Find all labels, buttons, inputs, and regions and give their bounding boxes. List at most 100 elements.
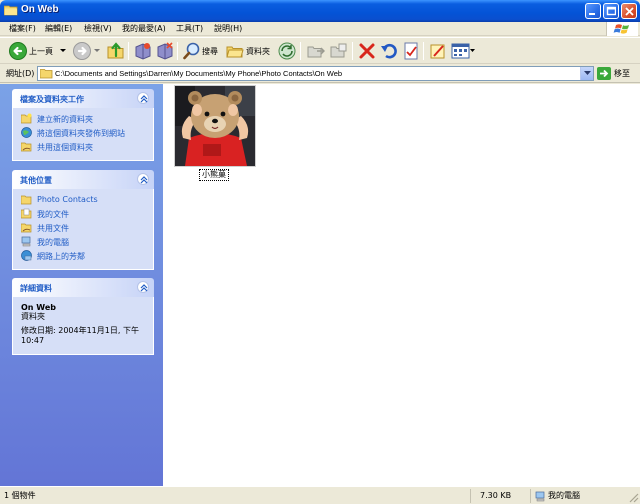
delete-button[interactable] [357,41,377,61]
toolbar-separator [128,42,129,60]
place-my-documents[interactable]: 我的文件 [13,207,153,221]
publish-web-icon [21,127,32,138]
address-label: 網址(D) [6,69,35,78]
details-modified-time: 10:47 [21,336,45,345]
place-my-computer[interactable]: 我的電腦 [13,235,153,249]
details-name: On Web [21,303,56,312]
folder-icon [40,69,53,79]
file-folder-tasks-panel: 檔案及資料夾工作 建立新的資料夾 將這個資料夾發佈到網站 共用這個資料夾 [12,89,154,161]
windows-logo [606,22,638,36]
move-folder-icon [307,46,325,58]
menu-tools[interactable]: 工具(T) [176,23,203,35]
move-to-button[interactable] [133,41,153,61]
dropdown-arrow-icon [60,49,66,52]
share-folder-icon [21,142,32,152]
undo-button[interactable] [379,41,399,61]
place-shared-documents[interactable]: 共用文件 [13,221,153,235]
panel-header[interactable]: 其他位置 [12,170,154,189]
copy-folder-button[interactable] [329,41,349,61]
back-button[interactable]: 上一頁 [8,41,70,61]
my-computer-icon [535,491,545,502]
panel-header[interactable]: 詳細資料 [12,278,154,297]
menu-view[interactable]: 檢視(V) [84,23,112,35]
menu-help[interactable]: 說明(H) [214,23,242,35]
collapse-button[interactable] [137,173,149,185]
up-folder-icon [107,42,124,59]
sync-button[interactable] [277,41,297,61]
search-button[interactable]: 搜尋 [182,41,220,61]
dropdown-arrow-icon [94,49,100,52]
toolbar-separator [423,42,424,60]
my-computer-icon [21,236,31,247]
search-label: 搜尋 [202,47,218,56]
go-button[interactable]: 移至 [597,66,637,81]
chevron-up-icon [140,176,148,184]
file-thumbnail[interactable] [174,85,256,167]
status-bar: 1 個物件 7.30 KB 我的電腦 [0,486,640,504]
task-new-folder[interactable]: 建立新的資料夾 [13,112,153,126]
forward-button[interactable] [72,41,100,61]
copy-folder-icon [330,43,347,58]
task-publish-folder[interactable]: 將這個資料夾發佈到網站 [13,126,153,140]
maximize-icon [606,6,616,16]
views-button[interactable] [451,41,475,61]
place-label: 我的文件 [37,210,69,219]
place-photo-contacts[interactable]: Photo Contacts [13,193,153,207]
bear-photo-thumbnail [175,86,255,166]
properties-icon [404,42,418,60]
address-field[interactable]: C:\Documents and Settings\Darren\My Docu… [37,66,594,81]
task-label: 將這個資料夾發佈到網站 [37,129,125,138]
edit-pencil-icon [430,44,445,59]
up-folder-button[interactable] [106,41,126,61]
place-label: 共用文件 [37,224,69,233]
address-dropdown-button[interactable] [580,67,593,80]
collapse-button[interactable] [137,281,149,293]
place-label: Photo Contacts [37,195,98,204]
minimize-button[interactable] [585,3,601,19]
my-documents-icon [21,208,32,219]
menu-file[interactable]: 檔案(F) [9,23,36,35]
maximize-button[interactable] [603,3,619,19]
properties-button[interactable] [401,41,421,61]
undo-icon [381,43,397,59]
menu-edit[interactable]: 編輯(E) [45,23,72,35]
toolbar-separator [300,42,301,60]
edit-button[interactable] [428,41,448,61]
folder-icon [4,5,18,16]
panel-title: 其他位置 [20,176,52,185]
back-arrow-icon [9,42,27,60]
panel-body: On Web 資料夾 修改日期: 2004年11月1日, 下午 10:47 [12,297,154,355]
status-size: 7.30 KB [480,491,512,500]
details-modified: 修改日期: 2004年11月1日, 下午 [21,326,139,335]
panel-body: 建立新的資料夾 將這個資料夾發佈到網站 共用這個資料夾 [12,108,154,161]
copy-to-icon [157,42,173,60]
title-bar[interactable]: On Web [0,0,640,22]
folders-icon [226,46,244,58]
chevron-up-icon [140,95,148,103]
menu-favorites[interactable]: 我的最愛(A) [122,23,166,35]
collapse-button[interactable] [137,92,149,104]
file-name-label[interactable]: 小熊菓 [199,169,229,181]
move-folder-button[interactable] [306,41,326,61]
place-network[interactable]: 網路上的芳鄰 [13,249,153,263]
close-icon [625,7,634,16]
folders-button[interactable]: 資料夾 [225,41,273,61]
status-location: 我的電腦 [548,491,580,500]
file-list-area[interactable]: 小熊菓 [163,84,640,486]
status-object-count: 1 個物件 [4,491,36,500]
folders-label: 資料夾 [246,47,270,56]
task-share-folder[interactable]: 共用這個資料夾 [13,140,153,154]
panel-header[interactable]: 檔案及資料夾工作 [12,89,154,108]
explorer-window: On Web 檔案(F) 編輯(E) 檢視(V) 我的最愛(A) 工具(T) 說… [0,0,640,504]
new-folder-icon [21,113,32,124]
copy-to-button[interactable] [155,41,175,61]
details-type: 資料夾 [21,312,45,321]
standard-toolbar: 上一頁 搜尋 資料夾 [0,37,640,64]
chevron-up-icon [140,284,148,292]
resize-grip-icon[interactable] [627,491,639,503]
place-label: 網路上的芳鄰 [37,252,85,261]
close-button[interactable] [621,3,637,19]
chevron-down-icon [584,71,591,75]
place-label: 我的電腦 [37,238,69,247]
toolbar-separator [177,42,178,60]
